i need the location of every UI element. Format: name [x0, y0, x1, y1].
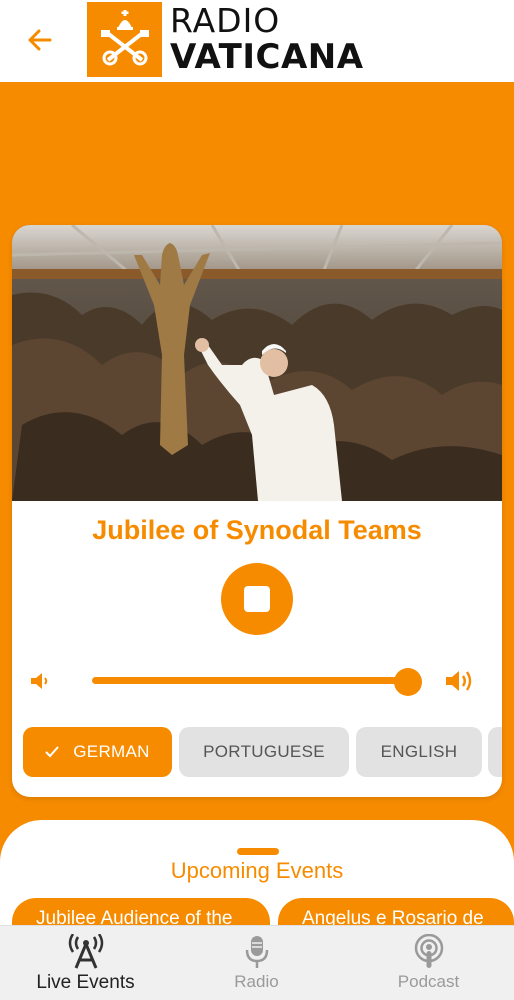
- tab-label: Radio: [234, 972, 279, 991]
- upcoming-events-sheet[interactable]: Upcoming Events Jubilee Audience of the …: [0, 820, 514, 925]
- tab-radio[interactable]: Radio: [171, 926, 342, 1000]
- language-chip-german[interactable]: GERMAN: [23, 727, 172, 777]
- app-header: RADIO VATICANA: [0, 0, 514, 82]
- main-content: Jubilee of Synodal Teams GERMAN PORTUGUE…: [0, 82, 514, 925]
- upcoming-events-title: Upcoming Events: [170, 858, 344, 883]
- live-player-card: Jubilee of Synodal Teams GERMAN PORTUGUE…: [12, 225, 502, 797]
- upcoming-event-card[interactable]: Angelus e Rosario de: [278, 898, 514, 925]
- volume-slider-track[interactable]: [92, 677, 408, 684]
- papal-keys-emblem: [87, 1, 162, 77]
- event-title: Jubilee of Synodal Teams: [92, 515, 422, 545]
- language-chip-label: ENGLISH: [380, 742, 458, 761]
- stop-icon: [244, 586, 270, 612]
- language-chip-english[interactable]: ENGLISH: [356, 727, 482, 777]
- volume-high-icon[interactable]: [444, 667, 474, 695]
- tab-label: Podcast: [397, 972, 460, 991]
- upcoming-event-card[interactable]: Jubilee Audience of the: [12, 898, 270, 925]
- language-chip-portuguese[interactable]: PORTUGUESE: [179, 727, 349, 777]
- check-icon: [45, 746, 60, 758]
- logo-text-vaticana: VATICANA: [170, 37, 364, 77]
- microphone-icon: [237, 934, 277, 970]
- language-selector: GERMAN PORTUGUESE ENGLISH: [23, 727, 502, 777]
- back-button[interactable]: [22, 22, 58, 58]
- arrow-left-icon: [28, 29, 52, 51]
- volume-low-icon[interactable]: [28, 669, 52, 693]
- upcoming-event-label: Angelus e Rosario de: [302, 908, 484, 925]
- language-chip-label: GERMAN: [73, 742, 150, 761]
- stop-button[interactable]: [221, 563, 293, 635]
- podcast-icon: [409, 934, 449, 970]
- tab-live-events[interactable]: Live Events: [0, 926, 171, 1000]
- radio-vaticana-logo: RADIO VATICANA: [87, 1, 364, 77]
- tab-podcast[interactable]: Podcast: [343, 926, 514, 1000]
- language-chip-label: PORTUGUESE: [203, 742, 325, 761]
- tab-label: Live Events: [36, 972, 135, 993]
- volume-slider-thumb[interactable]: [394, 668, 422, 696]
- logo-text-radio: RADIO: [170, 1, 281, 40]
- upcoming-event-label: Jubilee Audience of the: [36, 908, 233, 925]
- event-photo: [12, 225, 502, 501]
- sheet-drag-handle[interactable]: [237, 848, 279, 855]
- language-chip-more[interactable]: [488, 727, 502, 777]
- live-broadcast-icon: [66, 934, 106, 970]
- bottom-tab-bar: Live Events Radio Podcast: [0, 925, 514, 1000]
